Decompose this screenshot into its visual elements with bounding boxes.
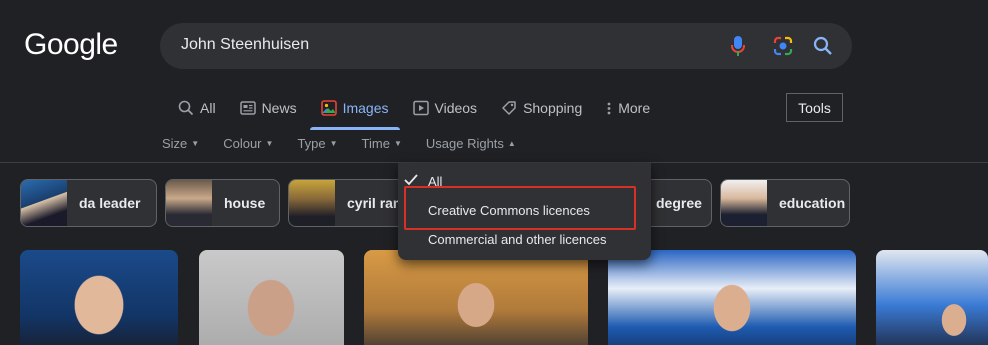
- chip-label: da leader: [79, 195, 141, 211]
- filter-label: Type: [297, 136, 326, 151]
- chip-thumbnail: [721, 180, 767, 226]
- image-result[interactable]: [608, 250, 856, 345]
- search-input[interactable]: John Steenhuisen: [181, 36, 309, 54]
- tab-more[interactable]: More: [606, 96, 650, 120]
- image-icon: [320, 100, 337, 116]
- chip-house[interactable]: house: [165, 179, 280, 227]
- chip-thumbnail: [21, 180, 67, 226]
- tab-all[interactable]: All: [178, 96, 216, 120]
- google-logo[interactable]: Google: [24, 28, 118, 62]
- filter-size[interactable]: Size ▼: [162, 136, 199, 151]
- news-icon: [239, 101, 256, 115]
- usage-rights-option-commercial[interactable]: Commercial and other licences: [428, 232, 606, 247]
- microphone-icon[interactable]: [726, 34, 750, 58]
- chip-label: education: [779, 195, 846, 211]
- image-result[interactable]: [876, 250, 988, 345]
- caret-down-icon: ▼: [191, 139, 200, 148]
- tab-label: All: [200, 100, 216, 116]
- tab-label: Images: [342, 100, 389, 116]
- filter-label: Usage Rights: [425, 136, 504, 151]
- search-icon: [178, 100, 194, 116]
- image-result[interactable]: [364, 250, 588, 345]
- chip-label: house: [224, 195, 266, 211]
- tab-shopping[interactable]: Shopping: [501, 96, 582, 120]
- chip-label: degree: [656, 195, 702, 211]
- search-box[interactable]: John Steenhuisen: [160, 23, 852, 69]
- tools-button[interactable]: Tools: [786, 93, 843, 122]
- tab-label: More: [618, 100, 651, 116]
- caret-down-icon: ▼: [393, 139, 402, 148]
- filter-colour[interactable]: Colour ▼: [223, 136, 273, 151]
- filter-label: Colour: [223, 136, 262, 151]
- tab-images[interactable]: Images: [320, 96, 389, 120]
- filter-label: Time: [361, 136, 390, 151]
- search-tabs: All News Images Videos Shopping More: [178, 96, 674, 130]
- highlight-box: [404, 186, 636, 230]
- image-result[interactable]: [199, 250, 344, 345]
- active-tab-indicator: [310, 127, 400, 130]
- tab-news[interactable]: News: [239, 96, 297, 120]
- caret-up-icon: ▲: [507, 139, 516, 148]
- filter-bar: Size ▼ Colour ▼ Type ▼ Time ▼ Usage Rights ▲: [162, 136, 540, 151]
- lens-camera-icon[interactable]: [771, 34, 795, 58]
- chip-thumbnail: [289, 180, 335, 226]
- search-icon[interactable]: [811, 34, 835, 58]
- three-dots-icon: [606, 100, 612, 116]
- caret-down-icon: ▼: [329, 139, 338, 148]
- filter-usage-rights[interactable]: Usage Rights ▲: [426, 136, 516, 151]
- filter-label: Size: [162, 136, 188, 151]
- tab-label: News: [261, 100, 297, 116]
- image-results: [0, 250, 988, 345]
- filter-time[interactable]: Time ▼: [362, 136, 402, 151]
- tag-icon: [501, 100, 517, 116]
- chip-thumbnail: [166, 180, 212, 226]
- tab-label: Videos: [434, 100, 478, 116]
- chip-education[interactable]: education: [720, 179, 850, 227]
- image-result[interactable]: [20, 250, 178, 345]
- video-play-icon: [412, 100, 429, 116]
- caret-down-icon: ▼: [265, 139, 274, 148]
- chip-da-leader[interactable]: da leader: [20, 179, 157, 227]
- filter-type[interactable]: Type ▼: [297, 136, 337, 151]
- tab-label: Shopping: [523, 100, 583, 116]
- tab-videos[interactable]: Videos: [412, 96, 478, 120]
